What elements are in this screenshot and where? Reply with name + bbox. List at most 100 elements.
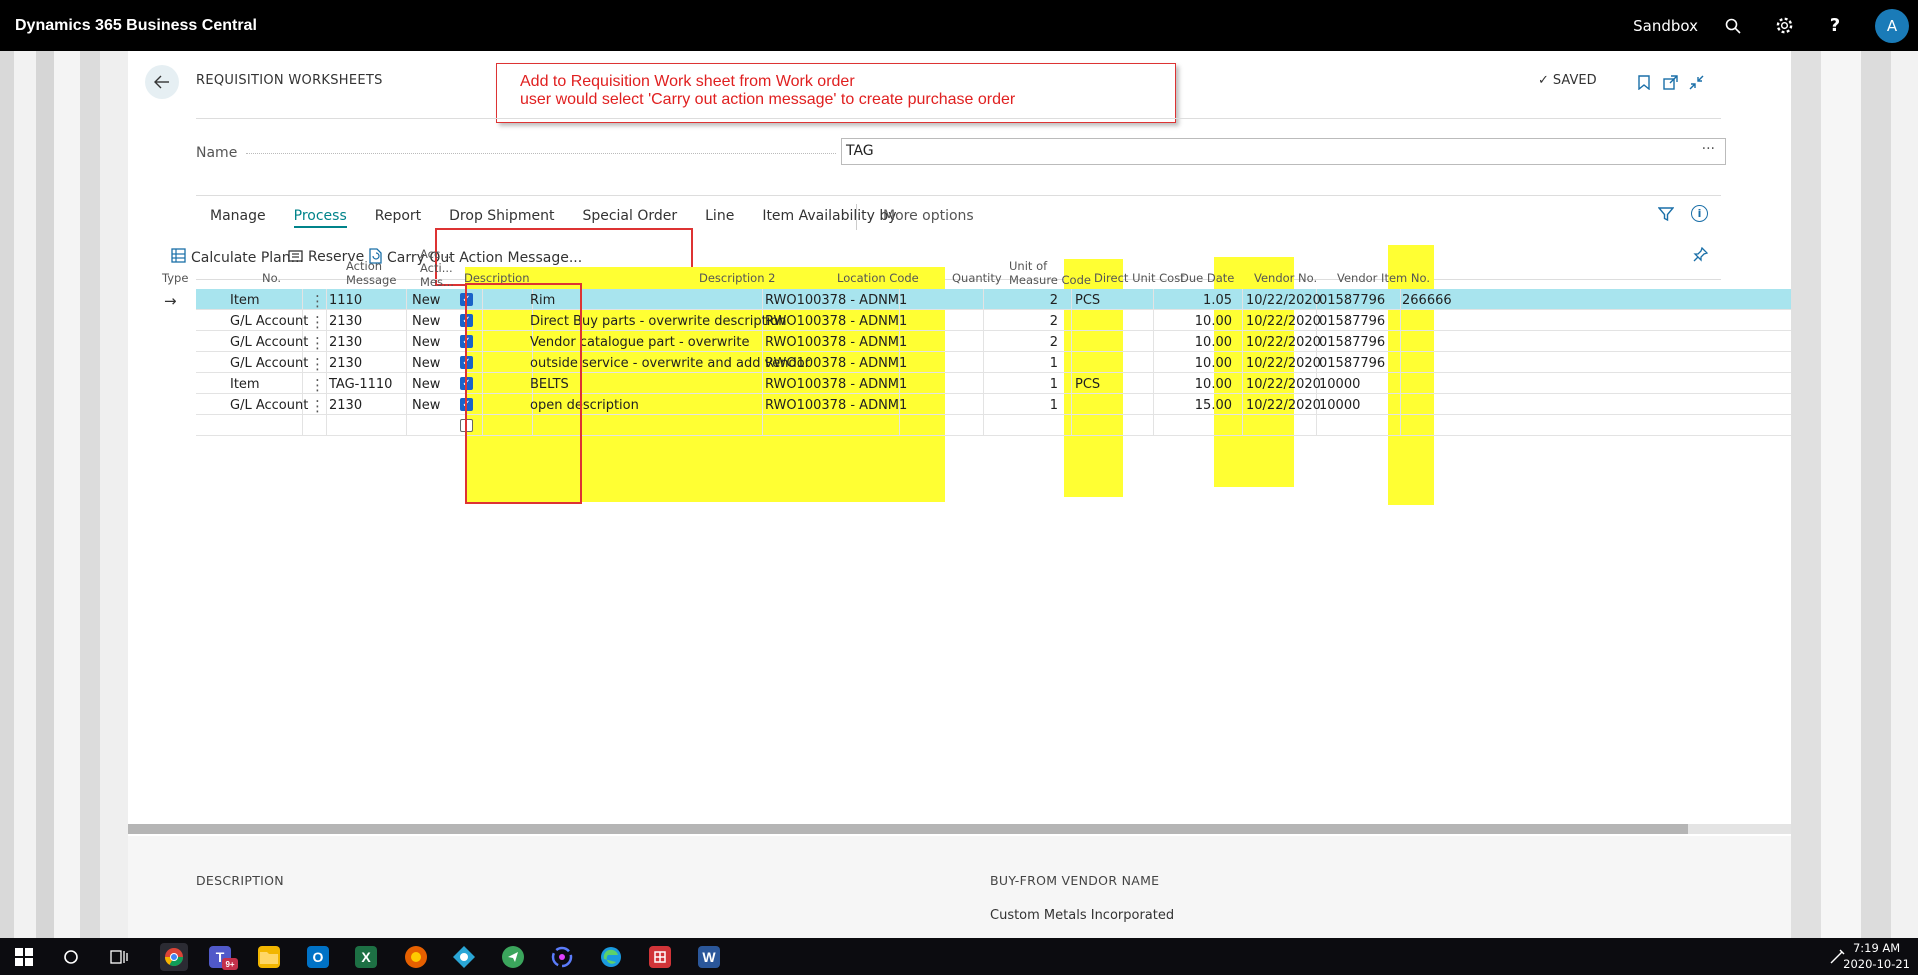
cell-type[interactable]: G/L Account [230,356,308,371]
cell-action[interactable]: New [412,377,440,392]
cell-quantity[interactable]: 1 [996,398,1058,413]
cell-description2[interactable]: RWO100378 - ADNM1 [765,314,907,329]
messaging-app-icon[interactable] [502,946,524,968]
pin-icon[interactable] [1693,246,1709,266]
more-options-button[interactable]: More options [883,208,974,224]
collapse-icon[interactable] [1687,73,1705,91]
column-header-type[interactable]: Type [162,271,188,285]
column-header-accept-action-message[interactable]: Acc... Acti... Mes... [420,247,454,289]
cell-cost[interactable]: 10.00 [1160,335,1232,350]
cell-vendor[interactable]: 10000 [1319,377,1360,392]
info-icon[interactable]: i [1691,205,1708,222]
cell-uom[interactable]: PCS [1075,377,1100,392]
column-header-no[interactable]: No. [262,271,281,285]
cell-vendor-item[interactable]: 266666 [1402,293,1452,308]
worksheet-line[interactable]: ⋮ Item TAG-1110 New BELTS RWO100378 - ADNM1 1 P… [196,373,1791,394]
system-clock[interactable]: 7:19 AM 2020-10-21 [1843,940,1910,972]
cell-type[interactable]: G/L Account [230,314,308,329]
cell-due[interactable]: 10/22/2020 [1246,398,1321,413]
row-actions-icon[interactable]: ⋮ [310,355,325,373]
ellipsis-icon[interactable]: ··· [1702,141,1715,157]
cell-description2[interactable]: RWO100378 - ADNM1 [765,335,907,350]
name-field[interactable]: TAG ··· [841,138,1726,165]
column-header-unit-of-measure[interactable]: Unit of Measure Code [1009,259,1091,287]
cell-no[interactable]: TAG-1110 [329,377,392,392]
cell-quantity[interactable]: 2 [996,335,1058,350]
cell-cost[interactable]: 10.00 [1160,377,1232,392]
row-actions-icon[interactable]: ⋮ [310,397,325,415]
cell-vendor[interactable]: 01587796 [1319,356,1385,371]
row-actions-icon[interactable]: ⋮ [310,376,325,394]
calculate-plan-button[interactable]: Calculate Plan... [171,248,304,267]
column-header-due-date[interactable]: Due Date [1180,271,1234,285]
search-icon[interactable] [1722,15,1744,37]
cell-due[interactable]: 10/22/2020 [1246,293,1321,308]
cell-action[interactable]: New [412,314,440,329]
worksheet-line[interactable]: ⋮ G/L Account 2130 New Direct Buy parts - ov… [196,310,1791,331]
bookmark-icon[interactable] [1635,73,1653,91]
cell-action[interactable]: New [412,398,440,413]
worksheet-empty-line[interactable] [196,415,1791,436]
cell-no[interactable]: 2130 [329,398,362,413]
cell-cost[interactable]: 10.00 [1160,356,1232,371]
word-icon[interactable]: W [698,946,720,968]
cell-cost[interactable]: 15.00 [1160,398,1232,413]
cell-description2[interactable]: RWO100378 - ADNM1 [765,377,907,392]
filter-icon[interactable] [1657,206,1675,226]
cell-due[interactable]: 10/22/2020 [1246,377,1321,392]
cell-cost[interactable]: 10.00 [1160,314,1232,329]
outlook-icon[interactable]: O [307,946,329,968]
file-explorer-icon[interactable] [258,946,280,968]
cell-no[interactable]: 2130 [329,335,362,350]
row-actions-icon[interactable]: ⋮ [310,334,325,352]
worksheet-line[interactable]: ⋮ G/L Account 2130 New open description RWO10… [196,394,1791,415]
horizontal-scrollbar-track[interactable] [1688,824,1791,834]
tab-manage[interactable]: Manage [210,208,266,228]
back-button[interactable] [145,65,179,99]
media-app-icon[interactable] [551,946,573,968]
tab-process[interactable]: Process [293,208,347,228]
column-header-description-2[interactable]: Description 2 [699,271,775,285]
cell-vendor[interactable]: 01587796 [1319,314,1385,329]
excel-icon[interactable]: X [355,946,377,968]
cell-vendor[interactable]: 01587796 [1319,335,1385,350]
worksheet-line[interactable]: ⋮ G/L Account 2130 New outside service - ove… [196,352,1791,373]
cell-vendor[interactable]: 01587796 [1319,293,1385,308]
help-icon[interactable]: ? [1824,15,1846,37]
cell-action[interactable]: New [412,356,440,371]
column-header-location-code[interactable]: Location Code [837,271,919,285]
cell-action[interactable]: New [412,335,440,350]
column-header-direct-unit-cost[interactable]: Direct Unit Cost [1094,271,1185,285]
cell-type[interactable]: Item [230,377,260,392]
gear-icon[interactable] [1773,15,1795,37]
buy-from-vendor-name-value[interactable]: Custom Metals Incorporated [990,908,1174,923]
cell-cost[interactable]: 1.05 [1160,293,1232,308]
chrome-icon[interactable] [160,943,188,971]
tab-item-availability-by[interactable]: Item Availability by [762,208,896,228]
firefox-icon[interactable] [405,946,427,968]
environment-name[interactable]: Sandbox [1633,17,1698,35]
tab-report[interactable]: Report [375,208,421,228]
worksheet-line[interactable]: ⋮ G/L Account 2130 New Vendor catalogue part… [196,331,1791,352]
cell-quantity[interactable]: 1 [996,377,1058,392]
cell-vendor[interactable]: 10000 [1319,398,1360,413]
column-header-action-message[interactable]: Action Message [346,259,396,287]
avatar[interactable]: A [1875,8,1909,43]
edge-icon[interactable] [600,946,622,968]
cortana-search-icon[interactable] [60,946,82,968]
column-header-quantity[interactable]: Quantity [952,271,1002,285]
cell-due[interactable]: 10/22/2020 [1246,314,1321,329]
open-new-window-icon[interactable] [1661,73,1679,91]
cell-type[interactable]: Item [230,293,260,308]
cell-type[interactable]: G/L Account [230,398,308,413]
cell-no[interactable]: 2130 [329,314,362,329]
tab-line[interactable]: Line [705,208,734,228]
row-actions-icon[interactable]: ⋮ [310,292,325,310]
cell-description2[interactable]: RWO100378 - ADNM1 [765,293,907,308]
windows-start-icon[interactable] [13,946,35,968]
worksheet-line[interactable]: → ⋮ Item 1110 New Rim RWO100378 - ADNM1 2 PCS 1.0… [164,289,1791,310]
cell-description2[interactable]: RWO100378 - ADNM1 [765,398,907,413]
cell-quantity[interactable]: 2 [996,293,1058,308]
network-app-icon[interactable] [453,946,475,968]
cell-quantity[interactable]: 2 [996,314,1058,329]
